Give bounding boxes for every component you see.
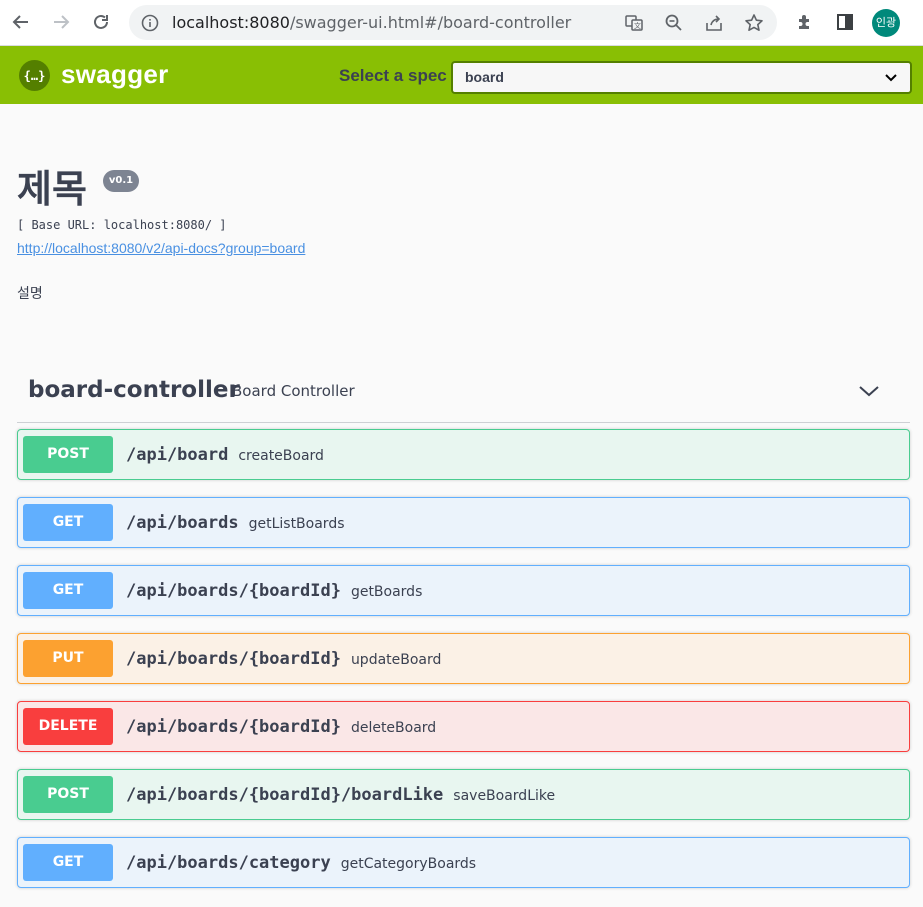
back-button[interactable]	[8, 9, 34, 35]
url-path: /swagger-ui.html#/board-controller	[289, 13, 572, 32]
operation-path: /api/boards/{boardId}	[126, 581, 341, 601]
operation-path: /api/board	[126, 445, 229, 465]
base-url: [ Base URL: localhost:8080/ ]	[17, 218, 227, 232]
api-title: 제목	[17, 167, 87, 211]
operation-post-api-boards-boardlike[interactable]: POST /api/boards/{boardId}/boardLike save…	[17, 769, 910, 820]
operation-summary: createBoard	[238, 448, 324, 464]
operation-post-api-board[interactable]: POST /api/board createBoard	[17, 429, 910, 480]
method-badge: POST	[23, 436, 113, 473]
operation-path: /api/boards/{boardId}/boardLike	[126, 785, 444, 805]
operation-summary: saveBoardLike	[453, 788, 556, 804]
zoom-icon[interactable]	[663, 12, 685, 34]
spec-select[interactable]: board	[451, 61, 912, 94]
method-badge: GET	[23, 504, 113, 541]
profile-avatar[interactable]: 인광	[872, 9, 900, 37]
operation-summary: getListBoards	[248, 516, 345, 532]
back-arrow-icon	[12, 15, 28, 29]
forward-button[interactable]	[48, 9, 74, 35]
operation-path: /api/boards/{boardId}	[126, 649, 341, 669]
operation-get-api-boards-boardid[interactable]: GET /api/boards/{boardId} getBoards	[17, 565, 910, 616]
spec-select-label: Select a spec	[339, 66, 447, 85]
version-badge: v0.1	[103, 170, 139, 192]
operation-path: /api/boards/{boardId}	[126, 717, 341, 737]
operation-path: /api/boards/category	[126, 853, 331, 873]
translate-icon[interactable]: 文	[623, 12, 645, 34]
swagger-topbar: {…} swagger Select a spec board	[0, 46, 923, 104]
chevron-down-icon[interactable]	[857, 379, 881, 403]
method-badge: GET	[23, 844, 113, 881]
swagger-logo-text[interactable]: swagger	[61, 59, 169, 90]
operation-delete-api-boards-boardid[interactable]: DELETE /api/boards/{boardId} deleteBoard	[17, 701, 910, 752]
address-bar[interactable]: localhost:8080/swagger-ui.html#/board-co…	[129, 5, 777, 40]
tag-description: Board Controller	[232, 382, 355, 400]
method-badge: DELETE	[23, 708, 113, 745]
method-badge: GET	[23, 572, 113, 609]
url-text[interactable]: localhost:8080/swagger-ui.html#/board-co…	[172, 5, 571, 40]
side-panel-icon[interactable]	[834, 11, 856, 33]
tag-header-board-controller[interactable]: board-controller Board Controller	[17, 365, 910, 423]
operation-summary: getBoards	[350, 584, 423, 600]
info-icon[interactable]	[139, 12, 161, 34]
api-description: 설명	[17, 286, 43, 302]
tag-name: board-controller	[28, 377, 240, 403]
share-icon[interactable]	[703, 12, 725, 34]
extensions-icon[interactable]	[794, 11, 816, 33]
method-badge: PUT	[23, 640, 113, 677]
api-docs-link[interactable]: http://localhost:8080/v2/api-docs?group=…	[17, 240, 305, 256]
svg-text:文: 文	[634, 21, 641, 30]
operation-summary: deleteBoard	[350, 720, 437, 736]
reload-button[interactable]	[88, 9, 114, 35]
operation-summary: updateBoard	[350, 652, 442, 668]
operation-path: /api/boards	[126, 513, 239, 533]
method-badge: POST	[23, 776, 113, 813]
star-icon[interactable]	[743, 12, 765, 34]
swagger-logo-icon[interactable]: {…}	[19, 60, 50, 91]
operation-put-api-boards-boardid[interactable]: PUT /api/boards/{boardId} updateBoard	[17, 633, 910, 684]
spec-select-value: board	[465, 69, 504, 85]
browser-toolbar: localhost:8080/swagger-ui.html#/board-co…	[0, 0, 923, 46]
url-host: localhost:8080	[172, 13, 290, 32]
reload-icon	[94, 14, 108, 29]
operation-get-api-boards-category[interactable]: GET /api/boards/category getCategoryBoard…	[17, 837, 910, 888]
forward-arrow-icon	[54, 15, 70, 29]
operation-summary: getCategoryBoards	[340, 856, 477, 872]
chevron-down-icon	[885, 74, 897, 82]
operation-get-api-boards[interactable]: GET /api/boards getListBoards	[17, 497, 910, 548]
